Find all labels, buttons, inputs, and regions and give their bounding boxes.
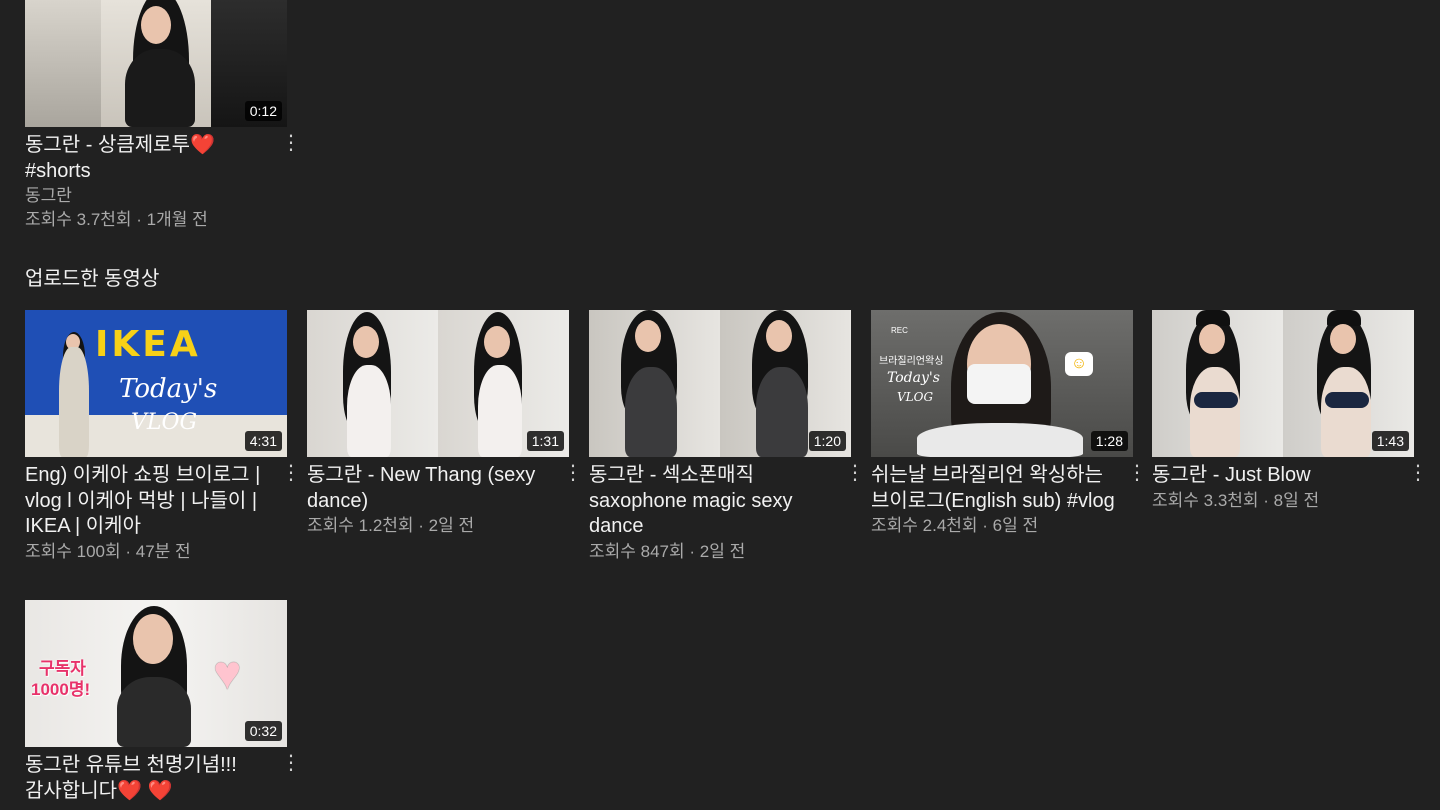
video-card[interactable]: REC 브라질리언왁싱 Today's VLOG ☺ 1:28 쉬는날 브라질리… bbox=[871, 310, 1147, 538]
shorts-video-card[interactable]: 0:12 동그란 - 상큼제로투❤️ #shorts 동그란 조회수 3.7천회… bbox=[25, 0, 301, 232]
section-title: 업로드한 동영상 bbox=[25, 268, 160, 290]
face-mask bbox=[967, 364, 1031, 404]
video-title[interactable]: 쉬는날 브라질리언 왁싱하는 브이로그(English sub) #vlog bbox=[871, 463, 1133, 514]
thumbnail-caption: VLOG bbox=[131, 410, 198, 435]
video-title[interactable]: 동그란 - 섹소폰매직 saxophone magic sexy dance bbox=[589, 463, 851, 540]
video-thumbnail[interactable]: REC 브라질리언왁싱 Today's VLOG ☺ 1:28 bbox=[871, 310, 1133, 457]
video-duration: 1:31 bbox=[526, 431, 564, 451]
video-thumbnail[interactable]: 구독자 1000명! ♥ 0:32 bbox=[25, 600, 287, 747]
video-stats: 조회수 847회 · 2일 전 bbox=[589, 541, 746, 561]
ikea-sign-text: IKEA bbox=[95, 324, 201, 365]
video-title-line: 동그란 - 상큼제로투 bbox=[25, 134, 190, 156]
thumbnail-caption: 브라질리언왁싱 bbox=[879, 356, 944, 367]
video-card[interactable]: 구독자 1000명! ♥ 0:32 동그란 유튜브 천명기념!!! 감사합니다❤… bbox=[25, 600, 301, 804]
video-card[interactable]: 1:31 동그란 - New Thang (sexy dance) 조회수 1.… bbox=[307, 310, 583, 538]
video-thumbnail[interactable]: 0:12 bbox=[25, 0, 287, 127]
video-duration: 0:12 bbox=[244, 101, 282, 121]
video-thumbnail[interactable]: 1:31 bbox=[307, 310, 569, 457]
video-title[interactable]: 동그란 - New Thang (sexy dance) bbox=[307, 463, 569, 514]
channel-name[interactable]: 동그란 bbox=[25, 184, 287, 208]
video-stats: 조회수 2.4천회 · 6일 전 bbox=[871, 516, 1039, 535]
more-vert-icon[interactable]: ⋮ bbox=[563, 463, 583, 483]
more-vert-icon[interactable]: ⋮ bbox=[281, 753, 301, 773]
more-vert-icon[interactable]: ⋮ bbox=[281, 133, 301, 153]
more-vert-icon[interactable]: ⋮ bbox=[1408, 463, 1428, 483]
video-card[interactable]: 1:20 동그란 - 섹소폰매직 saxophone magic sexy da… bbox=[589, 310, 865, 564]
thumbnail-caption: VLOG bbox=[897, 390, 934, 404]
thumbnail-caption: Today's bbox=[119, 374, 218, 404]
video-title[interactable]: 동그란 유튜브 천명기념!!! 감사합니다❤️ ❤️ bbox=[25, 753, 287, 804]
video-title[interactable]: Eng) 이케아 쇼핑 브이로그 | vlog l 이케아 먹방 | 나들이 |… bbox=[25, 463, 287, 540]
heart-emoji-icon: ❤️ ❤️ bbox=[117, 779, 173, 802]
video-stats: 조회수 100회 · 47분 전 bbox=[25, 541, 191, 561]
heart-icon: ♥ bbox=[213, 647, 242, 700]
emoji-sticker-icon: ☺ bbox=[1065, 352, 1093, 376]
video-card[interactable]: IKEA Today's VLOG 4:31 Eng) 이케아 쇼핑 브이로그 … bbox=[25, 310, 301, 564]
video-title[interactable]: 동그란 - 상큼제로투❤️ #shorts bbox=[25, 133, 287, 184]
video-thumbnail[interactable]: 1:43 bbox=[1152, 310, 1414, 457]
video-stats: 조회수 1.2천회 · 2일 전 bbox=[307, 516, 475, 535]
video-duration: 1:43 bbox=[1371, 431, 1409, 451]
video-thumbnail[interactable]: IKEA Today's VLOG 4:31 bbox=[25, 310, 287, 457]
thumbnail-caption: Today's bbox=[887, 370, 940, 386]
heart-emoji-icon: ❤️ bbox=[189, 134, 215, 156]
video-thumbnail[interactable]: 1:20 bbox=[589, 310, 851, 457]
thumbnail-caption: 1000명! bbox=[31, 680, 91, 699]
video-duration: 1:20 bbox=[808, 431, 846, 451]
more-vert-icon[interactable]: ⋮ bbox=[281, 463, 301, 483]
video-duration: 0:32 bbox=[244, 721, 282, 741]
video-stats: 조회수 3.7천회 · 1개월 전 bbox=[25, 210, 208, 229]
rec-label: REC bbox=[891, 326, 908, 335]
video-duration: 4:31 bbox=[244, 431, 282, 451]
more-vert-icon[interactable]: ⋮ bbox=[845, 463, 865, 483]
video-title-hashtag: #shorts bbox=[25, 159, 91, 182]
video-title[interactable]: 동그란 - Just Blow bbox=[1152, 463, 1414, 489]
video-duration: 1:28 bbox=[1090, 431, 1128, 451]
video-card[interactable]: 1:43 동그란 - Just Blow 조회수 3.3천회 · 8일 전 ⋮ bbox=[1152, 310, 1428, 513]
video-stats: 조회수 3.3천회 · 8일 전 bbox=[1152, 490, 1320, 510]
more-vert-icon[interactable]: ⋮ bbox=[1127, 463, 1147, 483]
